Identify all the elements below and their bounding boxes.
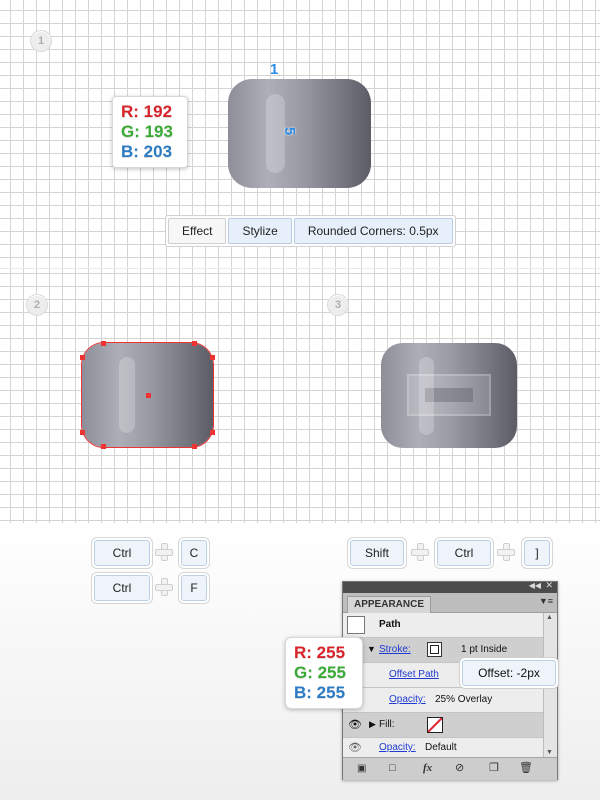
row-opacity[interactable]: Opacity: 25% Overlay — [343, 688, 543, 713]
anchor-point[interactable] — [192, 341, 197, 346]
disclosure-closed-icon[interactable]: ▶ — [369, 719, 376, 730]
effect-button[interactable]: Effect — [168, 218, 227, 244]
blue-value: B: 255 — [294, 683, 346, 702]
object-name: Path — [379, 619, 401, 630]
step-number-2: 2 — [26, 294, 48, 316]
clear-appearance-icon[interactable]: □ — [389, 763, 396, 774]
new-art-icon[interactable]: ▣ — [357, 763, 366, 774]
center-point[interactable] — [146, 393, 151, 398]
rounded-corners-button[interactable]: Rounded Corners: 0.5px — [293, 218, 453, 244]
green-value: G: 255 — [294, 663, 346, 682]
anchor-point[interactable] — [210, 355, 215, 360]
opacity-value: 25% Overlay — [435, 694, 493, 705]
collapse-icon[interactable]: ◀◀ — [529, 581, 541, 590]
offset-value-tooltip: Offset: -2px — [462, 660, 556, 686]
opacity-default-link[interactable]: Opacity: — [379, 742, 416, 753]
color-readout-white: R: 255 G: 255 B: 255 — [285, 637, 363, 709]
duplicate-icon[interactable]: ❐ — [489, 763, 499, 774]
eye-icon[interactable]: 👁 — [348, 741, 362, 754]
tab-appearance[interactable]: APPEARANCE — [347, 596, 432, 613]
stroke-label[interactable]: Stroke: — [379, 644, 411, 655]
delete-icon[interactable]: 🗑 — [519, 763, 533, 774]
anchor-point[interactable] — [80, 430, 85, 435]
color-readout-gray: R: 192 G: 193 B: 203 — [112, 96, 188, 168]
plus-icon — [411, 543, 429, 561]
key-ctrl: Ctrl — [94, 540, 150, 566]
panel-tabs: APPEARANCE ▼≡ — [343, 593, 557, 613]
key-bracket: ] — [524, 540, 550, 566]
rounded-shape-step1 — [228, 79, 371, 188]
key-ctrl: Ctrl — [437, 540, 491, 566]
anchor-point[interactable] — [101, 341, 106, 346]
clear-icon[interactable]: ⊘ — [455, 763, 464, 774]
disclosure-open-icon[interactable]: ▼ — [367, 644, 376, 654]
scroll-up-icon[interactable]: ▲ — [546, 614, 553, 621]
green-value: G: 193 — [121, 122, 173, 141]
rounded-shape-step3 — [381, 343, 517, 448]
step-number-1: 1 — [30, 30, 52, 52]
blue-value: B: 203 — [121, 142, 173, 161]
fill-none-swatch[interactable] — [427, 717, 443, 733]
close-icon[interactable]: ✕ — [545, 580, 553, 591]
panel-bottom-toolbar: ▣ □ fx ⊘ ❐ 🗑 — [343, 757, 557, 780]
row-fill[interactable]: 👁 ▶ Fill: — [343, 713, 543, 738]
key-f: F — [181, 575, 207, 601]
anchor-point[interactable] — [80, 355, 85, 360]
height-label: 5 — [281, 127, 298, 136]
highlight-pill — [119, 357, 135, 433]
scroll-down-icon[interactable]: ▼ — [546, 749, 553, 756]
red-value: R: 192 — [121, 102, 173, 121]
plus-icon — [155, 543, 173, 561]
stroke-swatch[interactable] — [427, 642, 442, 657]
opacity-link[interactable]: Opacity: — [389, 694, 426, 705]
eye-icon[interactable]: 👁 — [348, 718, 362, 731]
path-thumbnail — [347, 616, 365, 634]
panel-titlebar[interactable]: ◀◀ ✕ — [343, 580, 557, 593]
anchor-point[interactable] — [101, 444, 106, 449]
key-shift: Shift — [350, 540, 404, 566]
fill-label: Fill: — [379, 719, 395, 730]
menu-icon[interactable]: ▼≡ — [539, 596, 553, 606]
offset-path-link[interactable]: Offset Path — [389, 669, 439, 680]
key-ctrl: Ctrl — [94, 575, 150, 601]
highlight-pill — [419, 357, 434, 435]
stylize-button[interactable]: Stylize — [228, 218, 292, 244]
stroke-value: 1 pt Inside — [461, 644, 508, 655]
plus-icon — [155, 578, 173, 596]
fx-icon[interactable]: fx — [423, 763, 432, 774]
plus-icon — [497, 543, 515, 561]
width-label: 1 — [270, 61, 279, 78]
effect-path-toolbar: Effect Stylize Rounded Corners: 0.5px — [165, 215, 456, 247]
anchor-point[interactable] — [192, 444, 197, 449]
key-c: C — [181, 540, 207, 566]
row-opacity-default[interactable]: 👁 Opacity: Default — [343, 738, 543, 757]
red-value: R: 255 — [294, 643, 346, 662]
row-path[interactable]: Path — [343, 613, 543, 638]
step-number-3: 3 — [327, 294, 349, 316]
opacity-default-value: Default — [425, 742, 457, 753]
anchor-point[interactable] — [210, 430, 215, 435]
